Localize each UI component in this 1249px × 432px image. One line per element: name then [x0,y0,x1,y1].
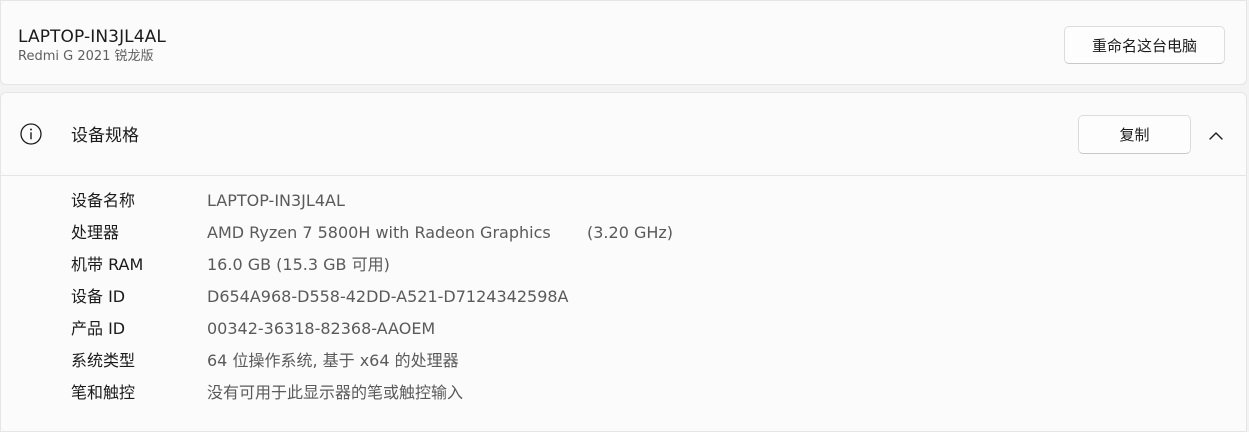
spec-row-ram: 机带 RAM 16.0 GB (15.3 GB 可用) [1,249,1246,281]
copy-button[interactable]: 复制 [1078,115,1191,154]
spec-value: LAPTOP-IN3JL4AL [207,191,345,210]
spec-value: 64 位操作系统, 基于 x64 的处理器 [207,351,459,370]
device-specs-title: 设备规格 [71,126,139,146]
spec-label: 设备名称 [71,191,136,210]
spec-label: 产品 ID [71,319,126,338]
spec-value: D654A968-D558-42DD-A521-D7124342598A [207,287,569,306]
spec-row-processor: 处理器 AMD Ryzen 7 5800H with Radeon Graphi… [1,217,1246,249]
spec-value: 00342-36318-82368-AAOEM [207,319,436,338]
spec-value: 16.0 GB (15.3 GB 可用) [207,255,390,274]
spec-label: 笔和触控 [71,383,136,402]
spec-row-product-id: 产品 ID 00342-36318-82368-AAOEM [1,313,1246,345]
spec-value: AMD Ryzen 7 5800H with Radeon Graphics [207,223,551,242]
spec-row-device-name: 设备名称 LAPTOP-IN3JL4AL [1,185,1246,217]
info-icon [20,123,42,145]
device-name: LAPTOP-IN3JL4AL [18,27,166,47]
spec-row-system-type: 系统类型 64 位操作系统, 基于 x64 的处理器 [1,345,1246,377]
device-specs-card: 设备规格 复制 设备名称 LAPTOP-IN3JL4AL 处理器 AMD Ryz… [0,92,1247,432]
spec-label: 机带 RAM [71,255,144,274]
device-specs-header[interactable]: 设备规格 复制 [1,93,1246,176]
device-model: Redmi G 2021 锐龙版 [18,49,154,64]
rename-pc-button[interactable]: 重命名这台电脑 [1064,26,1225,64]
spec-row-device-id: 设备 ID D654A968-D558-42DD-A521-D712434259… [1,281,1246,313]
spec-label: 设备 ID [71,287,126,306]
spec-row-pen-touch: 笔和触控 没有可用于此显示器的笔或触控输入 [1,377,1246,409]
chevron-up-icon [1209,131,1223,140]
device-card: LAPTOP-IN3JL4AL Redmi G 2021 锐龙版 重命名这台电脑 [0,0,1247,85]
spec-value: 没有可用于此显示器的笔或触控输入 [207,383,464,402]
spec-label: 处理器 [71,223,120,242]
spec-extra: (3.20 GHz) [587,223,674,242]
spec-label: 系统类型 [71,351,136,370]
collapse-button[interactable] [1201,121,1231,149]
